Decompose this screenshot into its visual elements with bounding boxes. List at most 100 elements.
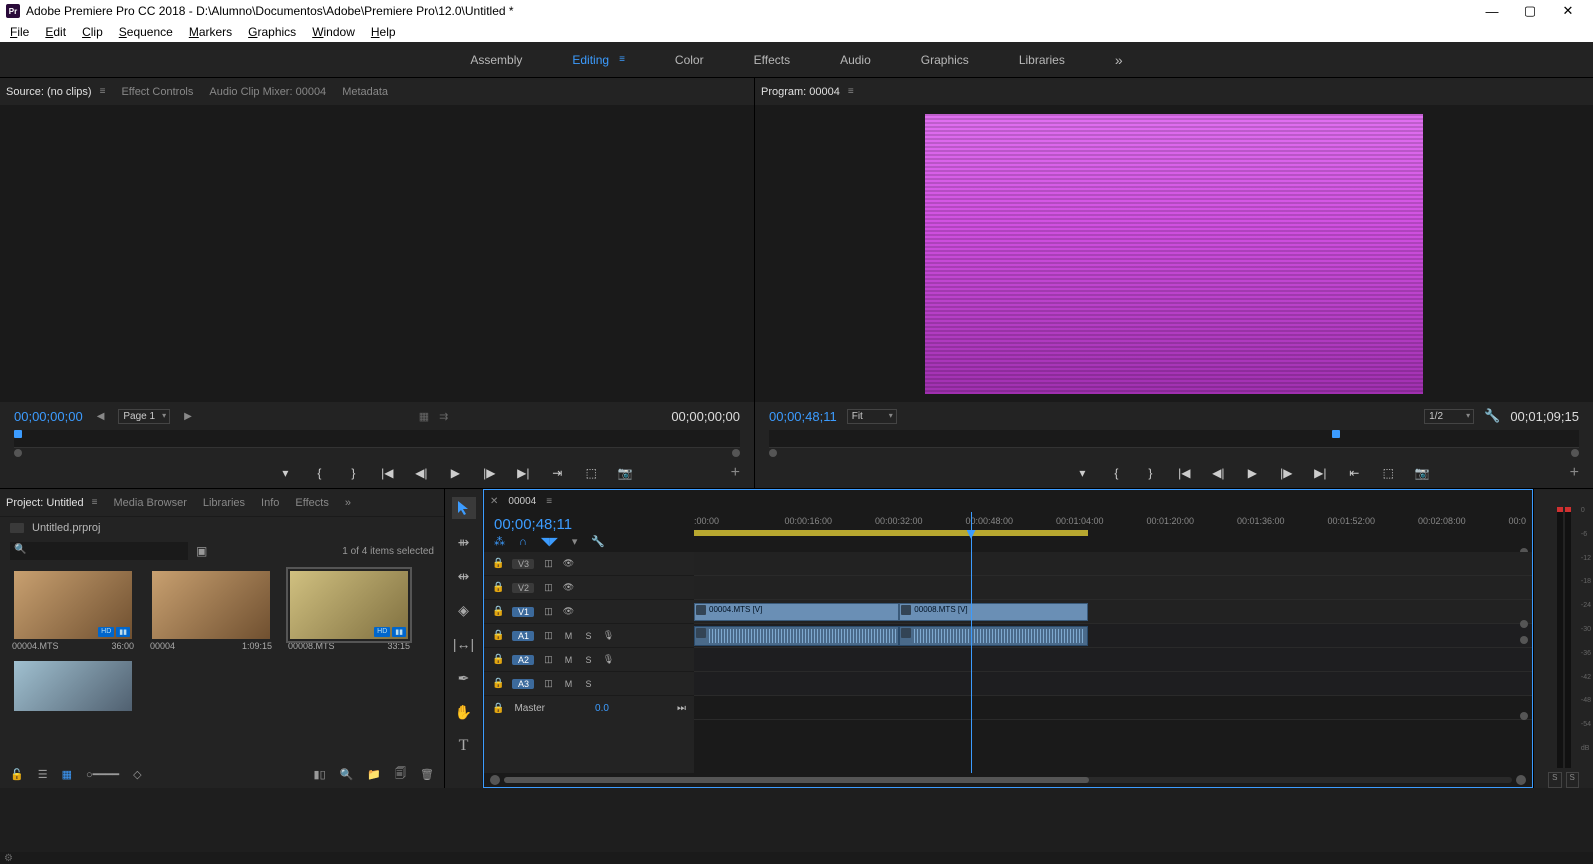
- bracket-in-icon[interactable]: {: [1108, 466, 1124, 480]
- tab-effects[interactable]: Effects: [295, 497, 328, 509]
- timeline-marker-icon[interactable]: ▾: [572, 535, 578, 548]
- goto-in-icon[interactable]: |◀: [379, 466, 395, 480]
- export-frame-icon[interactable]: 📷: [617, 466, 633, 480]
- play-button[interactable]: ▶: [1244, 466, 1260, 480]
- close-button[interactable]: ✕: [1549, 0, 1587, 22]
- workspace-audio[interactable]: Audio: [840, 53, 871, 67]
- button-editor-icon[interactable]: +: [731, 464, 740, 482]
- icon-view-icon[interactable]: ▦: [62, 768, 72, 781]
- timeline-timecode[interactable]: 00;00;48;11: [494, 516, 684, 533]
- timeline-clip-audio[interactable]: [694, 626, 899, 646]
- workspace-libraries[interactable]: Libraries: [1019, 53, 1065, 67]
- selection-tool[interactable]: [452, 497, 476, 519]
- overwrite-icon[interactable]: ⬚: [583, 466, 599, 480]
- track-header-a3[interactable]: 🔒A3◫MS: [484, 672, 694, 696]
- minimize-button[interactable]: ―: [1473, 0, 1511, 22]
- resolution-dropdown[interactable]: 1/2: [1424, 409, 1474, 424]
- write-lock-icon[interactable]: 🔓: [10, 768, 24, 781]
- workspace-menu-icon[interactable]: ≡: [619, 54, 625, 65]
- tab-effect-controls[interactable]: Effect Controls: [121, 86, 193, 98]
- track-select-tool[interactable]: ⇻: [452, 531, 476, 553]
- record-icon[interactable]: 🎙: [602, 630, 614, 641]
- tab-audio-clip-mixer[interactable]: Audio Clip Mixer: 00004: [209, 86, 326, 98]
- workspace-effects[interactable]: Effects: [754, 53, 790, 67]
- slip-tool[interactable]: |↔|: [452, 633, 476, 655]
- project-search-input[interactable]: [10, 542, 188, 560]
- ripple-edit-tool[interactable]: ⇹: [452, 565, 476, 587]
- menu-sequence[interactable]: Sequence: [111, 22, 181, 42]
- program-scrub-bar[interactable]: [769, 448, 1579, 458]
- toggle-sync-icon[interactable]: ◫: [542, 630, 554, 641]
- delete-icon[interactable]: 🗑: [420, 768, 434, 781]
- menu-graphics[interactable]: Graphics: [240, 22, 304, 42]
- timeline-clip-video[interactable]: 00004.MTS [V]: [694, 603, 899, 621]
- panel-menu-icon[interactable]: ≡: [92, 497, 98, 508]
- tab-project[interactable]: Project: Untitled≡: [6, 497, 98, 509]
- project-clip[interactable]: [8, 661, 138, 711]
- master-volume[interactable]: 0.0: [595, 703, 609, 714]
- solo-button[interactable]: S: [582, 631, 594, 641]
- prev-page-button[interactable]: ◀: [93, 411, 109, 422]
- close-sequence-button[interactable]: ✕: [490, 496, 498, 507]
- lift-icon[interactable]: ⇤: [1346, 466, 1362, 480]
- lock-icon[interactable]: 🔒: [492, 630, 504, 641]
- timeline-zoom-scrollbar[interactable]: [484, 773, 1532, 787]
- tab-libraries[interactable]: Libraries: [203, 497, 245, 509]
- eye-icon[interactable]: 👁: [562, 558, 574, 569]
- goto-out-icon[interactable]: ▶|: [515, 466, 531, 480]
- program-ruler[interactable]: [769, 430, 1579, 448]
- workspace-assembly[interactable]: Assembly: [470, 53, 522, 67]
- tab-program[interactable]: Program: 00004≡: [761, 86, 854, 98]
- menu-help[interactable]: Help: [363, 22, 404, 42]
- tab-metadata[interactable]: Metadata: [342, 86, 388, 98]
- extract-icon[interactable]: ⬚: [1380, 466, 1396, 480]
- lock-icon[interactable]: 🔒: [492, 606, 504, 617]
- project-clip[interactable]: HD▮▮ 00008.MTS33:15: [284, 571, 414, 653]
- step-fwd-icon[interactable]: |▶: [1278, 466, 1294, 480]
- goto-out-icon[interactable]: ▶|: [1312, 466, 1328, 480]
- list-view-icon[interactable]: ☰: [38, 768, 48, 781]
- hand-tool[interactable]: ✋: [452, 701, 476, 723]
- project-items-grid[interactable]: HD▮▮ 00004.MTS36:00 000041:09:15 HD▮▮ 00…: [0, 563, 444, 760]
- eye-icon[interactable]: 👁: [562, 582, 574, 593]
- link-icon[interactable]: ⇉: [439, 410, 448, 423]
- track-header-v3[interactable]: 🔒V3◫👁: [484, 552, 694, 576]
- solo-left-button[interactable]: S: [1548, 772, 1561, 788]
- project-clip[interactable]: HD▮▮ 00004.MTS36:00: [8, 571, 138, 653]
- toggle-sync-icon[interactable]: ◫: [542, 678, 554, 689]
- workspace-color[interactable]: Color: [675, 53, 704, 67]
- page-dropdown[interactable]: Page 1: [118, 409, 170, 424]
- step-back-icon[interactable]: ◀|: [413, 466, 429, 480]
- lock-icon[interactable]: 🔒: [492, 654, 504, 665]
- menu-markers[interactable]: Markers: [181, 22, 240, 42]
- tab-info[interactable]: Info: [261, 497, 279, 509]
- bracket-in-icon[interactable]: {: [311, 466, 327, 480]
- workspace-graphics[interactable]: Graphics: [921, 53, 969, 67]
- find-icon[interactable]: 🔍: [340, 768, 354, 781]
- new-bin-icon[interactable]: 📁: [367, 768, 381, 781]
- program-monitor[interactable]: [755, 106, 1593, 402]
- bracket-out-icon[interactable]: }: [345, 466, 361, 480]
- timeline-clip-video[interactable]: 00008.MTS [V]: [899, 603, 1088, 621]
- lock-icon[interactable]: 🔒: [492, 582, 504, 593]
- razor-tool[interactable]: ◈: [452, 599, 476, 621]
- insert-icon[interactable]: ⇥: [549, 466, 565, 480]
- menu-clip[interactable]: Clip: [74, 22, 111, 42]
- pen-tool[interactable]: ✒: [452, 667, 476, 689]
- step-back-icon[interactable]: ◀|: [1210, 466, 1226, 480]
- lock-icon[interactable]: 🔒: [492, 703, 504, 714]
- linked-selection-icon[interactable]: ∩: [519, 536, 527, 548]
- export-frame-icon[interactable]: 📷: [1414, 466, 1430, 480]
- menu-edit[interactable]: Edit: [37, 22, 74, 42]
- wrench-icon[interactable]: 🔧: [1484, 408, 1500, 424]
- panel-menu-icon[interactable]: ≡: [100, 86, 106, 97]
- timeline-ruler[interactable]: :00:0000:00:16:0000:00:32:0000:00:48:000…: [694, 512, 1532, 552]
- master-track-header[interactable]: 🔒Master0.0⏭: [484, 696, 694, 720]
- maximize-button[interactable]: ▢: [1511, 0, 1549, 22]
- solo-button[interactable]: S: [582, 655, 594, 665]
- snap-icon[interactable]: ⁂: [494, 535, 505, 548]
- toggle-sync-icon[interactable]: ◫: [542, 654, 554, 665]
- timeline-settings-icon[interactable]: 🔧: [591, 535, 605, 548]
- next-page-button[interactable]: ▶: [180, 411, 196, 422]
- eye-icon[interactable]: 👁: [562, 606, 574, 617]
